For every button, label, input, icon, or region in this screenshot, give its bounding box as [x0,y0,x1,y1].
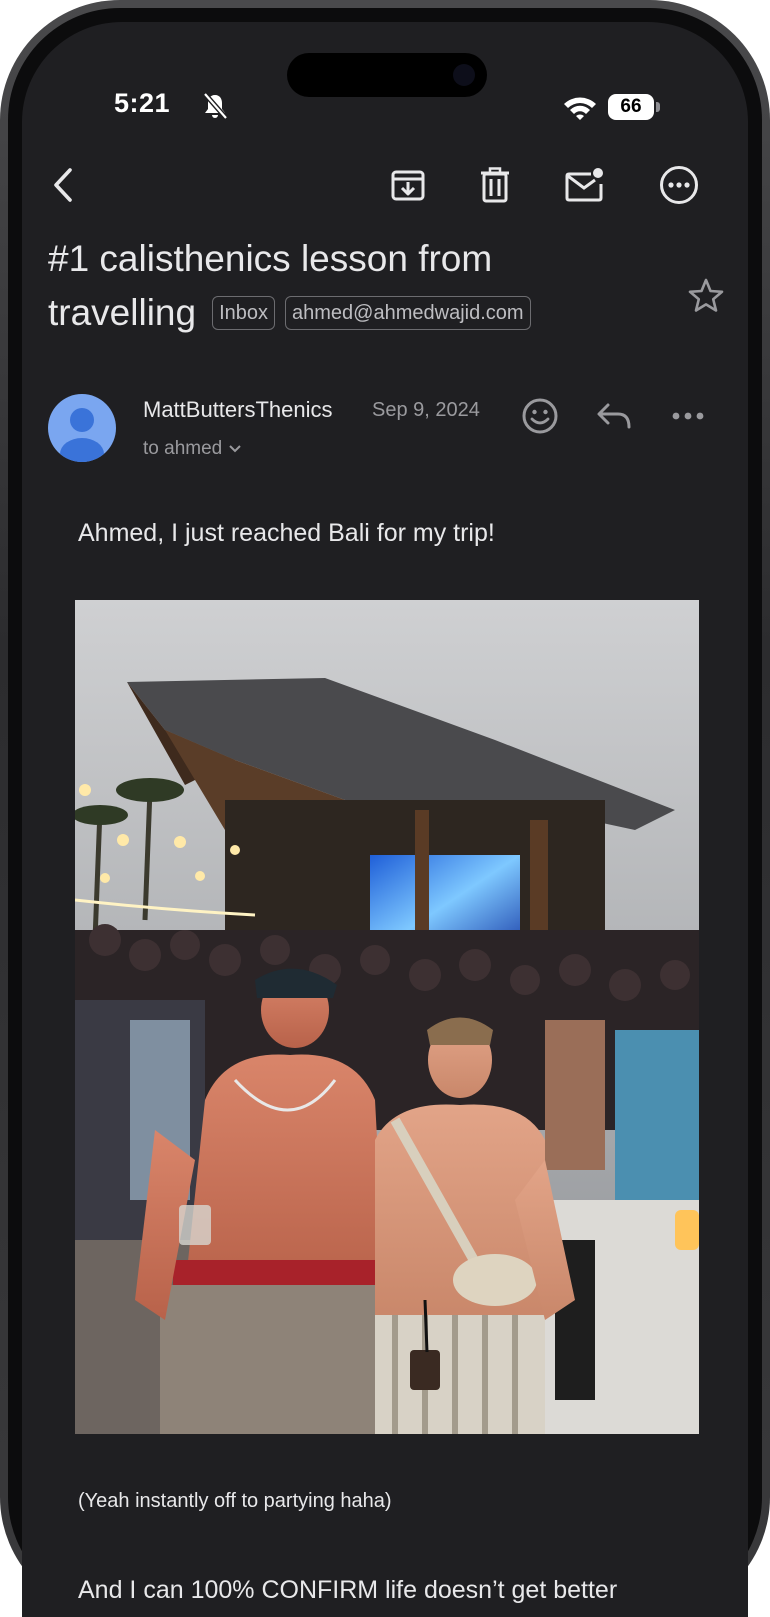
label-chip-account[interactable]: ahmed@ahmedwajid.com [285,296,531,330]
battery-level: 66 [608,94,654,120]
reply-icon [597,403,631,429]
mark-unread-button[interactable] [562,162,608,208]
email-date: Sep 9, 2024 [372,399,480,421]
more-options-button[interactable] [656,162,702,208]
chevron-down-icon [229,445,241,453]
front-camera [453,64,475,86]
message-more-button[interactable] [667,395,709,437]
sender-name[interactable]: MattButtersThenics [143,397,333,423]
battery-icon: 66 [608,94,660,122]
to-line-text: to ahmed [143,438,223,459]
archive-button[interactable] [385,162,431,208]
person-icon [60,408,104,462]
wifi-icon [564,97,596,120]
mark-unread-icon [565,168,603,202]
bell-off-icon [203,92,228,120]
sender-avatar[interactable] [48,394,116,462]
body-text-greeting: Ahmed, I just reached Bali for my trip! [78,519,495,547]
archive-icon [391,170,425,201]
delete-icon [481,167,509,203]
photo-caption: (Yeah instantly off to partying haha) [78,1490,392,1512]
photo-illustration [75,600,699,1434]
email-photo[interactable] [75,600,699,1434]
delete-button[interactable] [472,162,518,208]
star-icon[interactable] [686,276,726,316]
email-subject-word: travelling [48,292,197,333]
recipients-toggle[interactable]: to ahmed [143,438,242,460]
body-text-paragraph: And I can 100% CONFIRM life doesn’t get … [78,1576,618,1604]
back-icon [54,168,72,202]
status-time: 5:21 [114,88,171,118]
more-options-icon [660,166,698,204]
dynamic-island [287,53,487,97]
email-subject-line1: #1 calisthenics lesson from [48,238,493,279]
emoji-icon [522,398,558,434]
add-reaction-button[interactable] [519,395,561,437]
battery-tip [656,102,660,112]
email-subject-line2: travelling Inbox ahmed@ahmedwajid.com [48,286,531,340]
reply-button[interactable] [593,395,635,437]
back-button[interactable] [40,162,86,208]
more-horizontal-icon [672,412,704,420]
label-chip-inbox[interactable]: Inbox [212,296,276,330]
email-screen: 5:21 66 #1 calisthenics lesson from trav… [22,22,748,1617]
